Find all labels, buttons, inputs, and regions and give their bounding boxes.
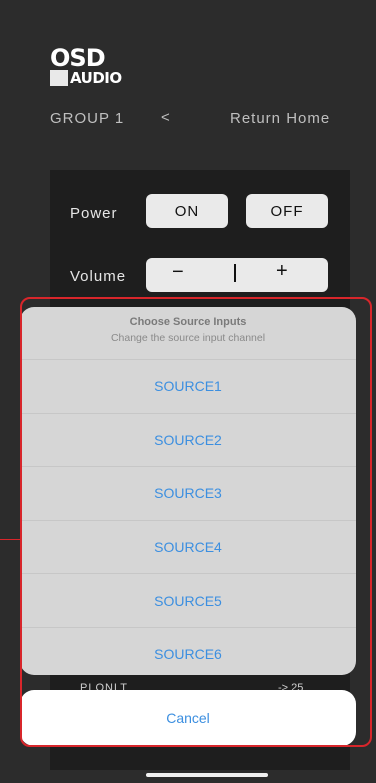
home-indicator: [146, 773, 268, 777]
logo-bar: [50, 70, 68, 86]
cancel-button[interactable]: Cancel: [20, 690, 356, 746]
volume-divider: [234, 264, 236, 282]
callout-line: [0, 539, 21, 540]
source-option-3[interactable]: SOURCE3: [20, 467, 356, 521]
group-label: GROUP 1: [50, 110, 125, 127]
action-sheet-subtitle: Change the source input channel: [110, 332, 266, 344]
source-option-4[interactable]: SOURCE4: [20, 521, 356, 575]
back-chevron-icon[interactable]: <: [161, 109, 170, 126]
source-option-1[interactable]: SOURCE1: [20, 360, 356, 414]
power-off-button[interactable]: OFF: [246, 194, 328, 228]
source-option-6[interactable]: SOURCE6: [20, 628, 356, 675]
volume-up-button[interactable]: +: [276, 260, 289, 283]
power-label: Power: [70, 205, 118, 222]
volume-down-button[interactable]: −: [172, 261, 185, 284]
source-option-5[interactable]: SOURCE5: [20, 574, 356, 628]
source-option-2[interactable]: SOURCE2: [20, 414, 356, 468]
return-home-link[interactable]: Return Home: [230, 110, 330, 127]
action-sheet-title: Choose Source Inputs: [129, 316, 247, 328]
logo-audio-text: AUDIO: [70, 69, 122, 87]
volume-label: Volume: [70, 268, 127, 285]
logo-osd-text: OSD: [50, 44, 106, 72]
osd-audio-logo: OSD AUDIO: [50, 44, 122, 90]
power-on-button[interactable]: ON: [146, 194, 228, 228]
source-action-sheet: Choose Source Inputs Change the source i…: [20, 307, 356, 675]
action-sheet-header: Choose Source Inputs Change the source i…: [20, 307, 356, 360]
volume-control: − +: [146, 258, 328, 292]
